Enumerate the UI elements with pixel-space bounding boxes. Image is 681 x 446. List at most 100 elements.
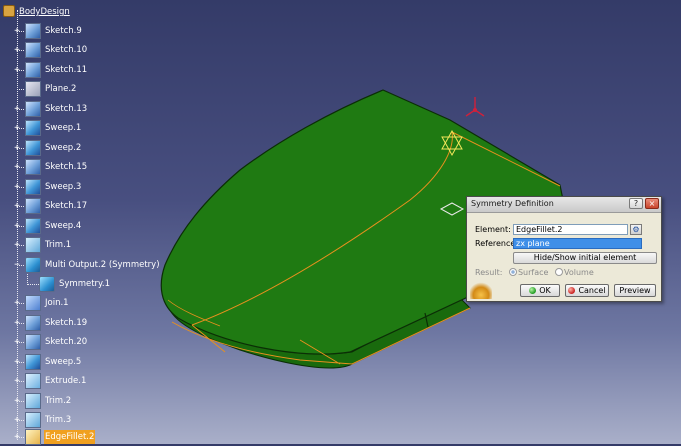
catia-logo-icon (470, 279, 492, 299)
reference-label: Reference: (475, 239, 518, 248)
tree-item-label: Symmetry.1 (59, 279, 110, 289)
tree-item-label: Sketch.20 (45, 337, 88, 347)
expand-plus-icon[interactable]: + (13, 358, 21, 367)
sketch-icon (25, 62, 41, 78)
tree-item-sweep-5[interactable]: + Sweep.5 (0, 353, 170, 371)
element-label: Element: (475, 225, 511, 234)
close-button[interactable]: × (645, 198, 659, 209)
tree-root-bodydesign[interactable]: BodyDesign (0, 3, 170, 21)
sketch-icon (25, 334, 41, 350)
tree-item-sweep-2[interactable]: + Sweep.2 (0, 139, 170, 157)
tree-item-sketch-20[interactable]: + Sketch.20 (0, 333, 170, 351)
trim-icon (25, 393, 41, 409)
tree-item-label: Trim.1 (45, 240, 72, 250)
trim-icon (25, 412, 41, 428)
tree-item-sketch-19[interactable]: + Sketch.19 (0, 314, 170, 332)
surface-radio[interactable] (508, 268, 517, 276)
tree-item-trim-2[interactable]: + Trim.2 (0, 392, 170, 410)
volume-radio[interactable] (555, 268, 563, 276)
element-pick-icon[interactable]: ⚙ (630, 224, 642, 235)
tree-item-sketch-13[interactable]: + Sketch.13 (0, 100, 170, 118)
volume-radio-label: Volume (564, 268, 594, 277)
hide-show-initial-element-button[interactable]: Hide/Show initial element (513, 252, 657, 264)
sketch-icon (25, 198, 41, 214)
tree-item-trim-3[interactable]: + Trim.3 (0, 411, 170, 429)
tree-item-multi-output-2[interactable]: − Multi Output.2 (Symmetry) (0, 256, 170, 274)
expand-plus-icon[interactable]: + (13, 377, 21, 386)
ok-label: OK (539, 286, 551, 295)
expand-plus-icon[interactable]: + (13, 144, 21, 153)
tree-item-label: Sketch.19 (45, 318, 88, 328)
symmetry-definition-dialog[interactable]: Symmetry Definition ? × Element: EdgeFil… (466, 196, 662, 302)
sweep-icon (25, 354, 41, 370)
expand-plus-icon[interactable]: + (13, 416, 21, 425)
sweep-icon (25, 179, 41, 195)
extrude-icon (25, 373, 41, 389)
reference-field[interactable]: zx plane (513, 238, 642, 249)
cancel-button[interactable]: Cancel (565, 284, 609, 297)
expand-plus-icon[interactable]: + (13, 163, 21, 172)
tree-item-extrude-1[interactable]: + Extrude.1 (0, 372, 170, 390)
plane-icon (25, 81, 41, 97)
tree-item-sweep-3[interactable]: + Sweep.3 (0, 178, 170, 196)
expand-plus-icon[interactable]: + (13, 397, 21, 406)
cancel-icon (568, 287, 576, 294)
expand-plus-icon[interactable]: + (13, 124, 21, 133)
result-options: Result: Surface Volume (475, 268, 594, 277)
tree-item-label: Sweep.4 (45, 221, 82, 231)
sweep-icon (25, 140, 41, 156)
tree-root-label: BodyDesign (19, 7, 70, 17)
tree-item-trim-1[interactable]: + Trim.1 (0, 236, 170, 254)
tree-connector (27, 284, 39, 285)
expand-plus-icon[interactable]: + (13, 222, 21, 231)
expand-plus-icon[interactable]: + (13, 433, 21, 442)
tree-item-edgefillet-2[interactable]: + EdgeFillet.2 (0, 428, 170, 446)
tree-item-label: Sketch.10 (45, 45, 88, 55)
expand-plus-icon[interactable]: + (13, 46, 21, 55)
trim-icon (25, 237, 41, 253)
tree-item-sweep-1[interactable]: + Sweep.1 (0, 119, 170, 137)
sketch-icon (25, 42, 41, 58)
expand-plus-icon[interactable]: + (13, 241, 21, 250)
collapse-minus-icon[interactable]: − (13, 261, 21, 270)
symmetry-icon (39, 276, 55, 292)
expand-plus-icon[interactable]: + (13, 338, 21, 347)
preview-button[interactable]: Preview (614, 284, 656, 297)
expand-plus-icon[interactable]: + (13, 202, 21, 211)
ok-icon (529, 287, 537, 294)
expand-plus-icon[interactable]: + (13, 105, 21, 114)
tree-item-label: Extrude.1 (45, 376, 87, 386)
tree-item-sketch-9[interactable]: + Sketch.9 (0, 22, 170, 40)
axis-compass-icon[interactable] (465, 97, 485, 117)
tree-item-sketch-10[interactable]: + Sketch.10 (0, 41, 170, 59)
specification-tree[interactable]: BodyDesign + Sketch.9 + Sketch.10 + Sket… (0, 0, 170, 446)
result-label: Result: (475, 268, 503, 277)
tree-item-sketch-15[interactable]: + Sketch.15 (0, 158, 170, 176)
expand-plus-icon[interactable]: + (13, 183, 21, 192)
element-field[interactable]: EdgeFillet.2 (513, 224, 628, 235)
body-icon (3, 5, 15, 17)
tree-item-plane-2[interactable]: Plane.2 (0, 80, 170, 98)
3d-viewport[interactable]: BodyDesign + Sketch.9 + Sketch.10 + Sket… (0, 0, 681, 446)
tree-item-join-1[interactable]: + Join.1 (0, 294, 170, 312)
tree-item-sketch-17[interactable]: + Sketch.17 (0, 197, 170, 215)
sketch-icon (25, 315, 41, 331)
tree-item-label: Sweep.5 (45, 357, 82, 367)
tree-item-sweep-4[interactable]: + Sweep.4 (0, 217, 170, 235)
expand-plus-icon[interactable]: + (13, 299, 21, 308)
tree-item-sketch-11[interactable]: + Sketch.11 (0, 61, 170, 79)
help-button[interactable]: ? (629, 198, 643, 209)
dialog-titlebar[interactable]: Symmetry Definition ? × (467, 197, 661, 213)
expand-plus-icon[interactable]: + (13, 27, 21, 36)
tree-item-label: Trim.3 (45, 415, 72, 425)
tree-item-label: Sweep.3 (45, 182, 82, 192)
ok-button[interactable]: OK (520, 284, 560, 297)
tree-item-symmetry-1[interactable]: Symmetry.1 (0, 275, 170, 293)
tree-item-label: Sketch.11 (45, 65, 88, 75)
expand-plus-icon[interactable]: + (13, 319, 21, 328)
sketch-icon (25, 101, 41, 117)
tree-item-label: EdgeFillet.2 (44, 430, 96, 444)
multi-output-icon (25, 257, 41, 273)
tree-item-label: Sweep.2 (45, 143, 82, 153)
expand-plus-icon[interactable]: + (13, 66, 21, 75)
